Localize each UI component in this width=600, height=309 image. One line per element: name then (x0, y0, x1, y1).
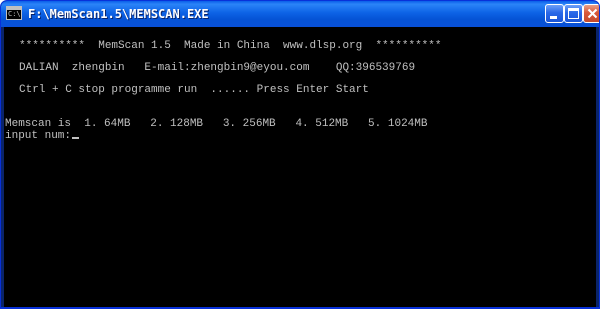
title-bar[interactable]: C:\ F:\MemScan1.5\MEMSCAN.EXE (1, 1, 599, 27)
window-title: F:\MemScan1.5\MEMSCAN.EXE (28, 7, 209, 21)
instruction-line: Ctrl + C stop programme run ...... Press… (19, 84, 369, 96)
input-prompt-line[interactable]: input num: (5, 130, 80, 143)
console-app-icon[interactable]: C:\ (6, 6, 22, 20)
input-prompt-label: input num: (5, 130, 72, 142)
maximize-button[interactable] (564, 4, 583, 23)
icon-prompt-glyph: C:\ (8, 10, 21, 18)
text-cursor (72, 137, 80, 139)
author-line: DALIAN zhengbin E-mail:zhengbin9@eyou.co… (19, 62, 416, 74)
banner-line: ********** MemScan 1.5 Made in China www… (19, 40, 442, 52)
console-output[interactable]: ********** MemScan 1.5 Made in China www… (4, 27, 596, 307)
close-icon (587, 8, 598, 19)
close-button[interactable] (583, 4, 599, 23)
console-window: C:\ F:\MemScan1.5\MEMSCAN.EXE **********… (0, 0, 600, 309)
minimize-icon (550, 16, 557, 19)
minimize-button[interactable] (545, 4, 564, 23)
maximize-icon (568, 8, 579, 19)
right-frame (596, 27, 599, 307)
